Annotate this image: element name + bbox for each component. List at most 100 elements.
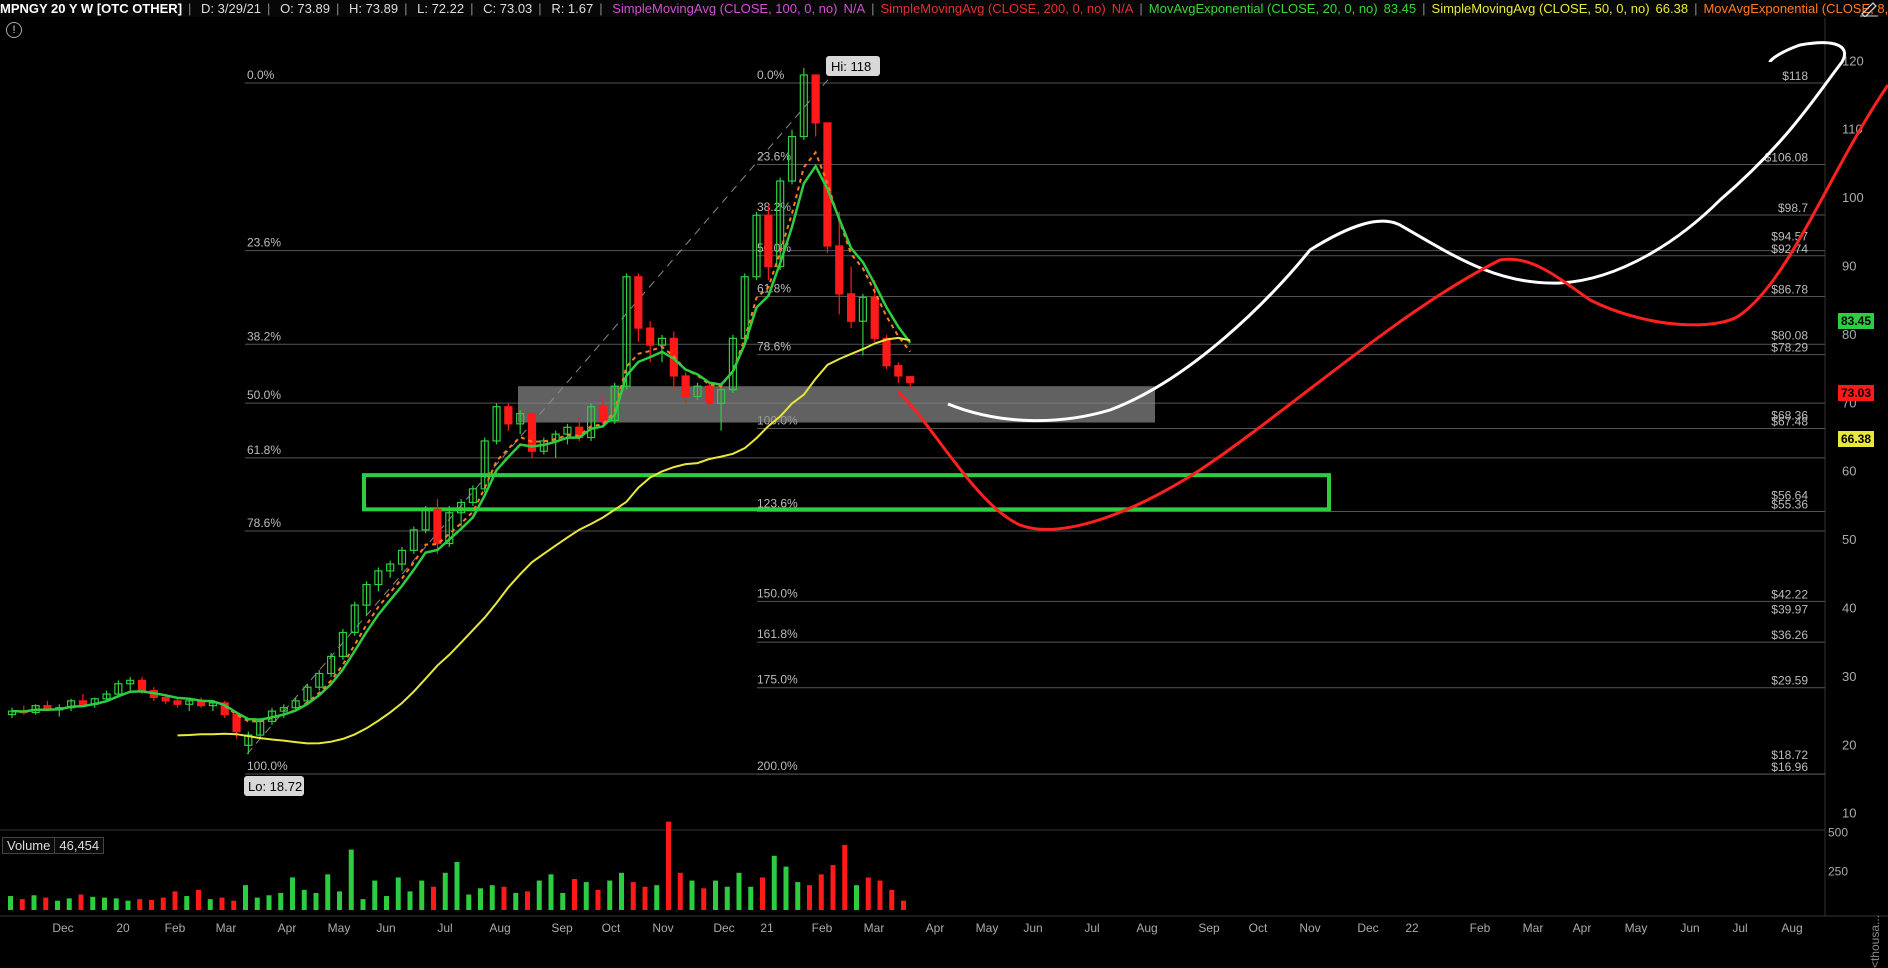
time-axis-label: Dec: [52, 921, 74, 935]
fib-pct-left: 78.6%: [247, 516, 281, 530]
pencil-icon[interactable]: [1858, 0, 1880, 17]
volume-bar: [243, 885, 248, 910]
volume-bar: [607, 880, 613, 910]
volume-bar: [419, 880, 425, 910]
study-value: N/A: [1111, 1, 1134, 16]
fib-price-label: $67.48: [1771, 415, 1808, 429]
volume-bar: [219, 897, 225, 910]
volume-bar: [113, 898, 119, 910]
candle-body: [882, 337, 891, 367]
time-axis-label: 20: [116, 921, 130, 935]
volume-bar: [677, 872, 683, 910]
fib-price-label: $118: [1782, 69, 1808, 83]
volume-bar: [384, 896, 389, 910]
volume-bar: [807, 885, 812, 910]
fib-pct-left: 0.0%: [247, 68, 275, 82]
volume-bar: [630, 882, 636, 910]
volume-bar: [760, 877, 765, 910]
volume-bar: [407, 891, 413, 910]
time-axis-label: May: [327, 921, 351, 935]
candle-body: [634, 276, 643, 329]
volume-bar: [43, 897, 49, 910]
price-tick-label: 30: [1842, 669, 1856, 684]
volume-bar: [149, 899, 154, 910]
volume-bar: [830, 865, 836, 910]
time-axis-label: Sep: [551, 921, 573, 935]
time-axis-label: Aug: [1136, 921, 1158, 935]
candle-body: [906, 376, 915, 384]
volume-bar: [290, 877, 295, 910]
fib-price-label: $16.96: [1771, 760, 1808, 774]
volume-bar: [102, 897, 107, 910]
volume-bar: [90, 896, 96, 910]
drawings[interactable]: Hi: 118 Lo: 18.72: [244, 41, 1888, 796]
price-tick-label: 80: [1842, 327, 1856, 342]
candle-body: [705, 385, 714, 404]
lo-label-text: Lo: 18.72: [248, 779, 302, 794]
time-axis-label: Apr: [1572, 921, 1592, 935]
volume-bar: [125, 900, 131, 910]
candle-body: [137, 679, 147, 692]
ema20-price-tag: 83.45: [1837, 313, 1874, 329]
study-label[interactable]: SimpleMovingAvg (CLOSE, 100, 0, no): [612, 1, 837, 16]
volume-bar: [478, 888, 483, 910]
white-drawn-curve: [947, 41, 1847, 423]
time-axis-label: May: [1624, 921, 1648, 935]
last-price-tag: 73.03: [1837, 385, 1874, 401]
time-axis-label: Apr: [925, 921, 945, 935]
volume-bar: [301, 889, 307, 910]
volume-bar: [642, 886, 648, 910]
time-axis-label: May: [975, 921, 999, 935]
volume-bar: [901, 900, 906, 910]
volume-bar: [337, 891, 342, 910]
volume-bar: [736, 872, 742, 910]
time-axis-label: Jul: [437, 921, 453, 935]
info-icon[interactable]: !: [6, 22, 22, 38]
fib-pct-right: 161.8%: [757, 627, 798, 641]
volume-bar: [137, 899, 143, 910]
study-label[interactable]: SimpleMovingAvg (CLOSE, 200, 0, no): [881, 1, 1106, 16]
price-chart[interactable]: 120110100908070605040302010500250 0.0%23…: [0, 0, 1888, 940]
volume-bar: [724, 886, 730, 910]
volume-bar: [701, 888, 707, 910]
study-label[interactable]: MovAvgExponential (CLOSE, 20, 0, no): [1149, 1, 1378, 16]
study-value: 83.45: [1383, 1, 1417, 16]
candle-body: [764, 214, 773, 268]
price-tick-label: 50: [1842, 532, 1856, 547]
time-axis-label: Jun: [1023, 921, 1043, 935]
volume-bar: [454, 861, 460, 910]
study-label[interactable]: SimpleMovingAvg (CLOSE, 50, 0, no): [1432, 1, 1650, 16]
volume-bar: [877, 880, 883, 910]
volume-bar: [619, 872, 624, 910]
volume-bar: [442, 872, 448, 910]
volume-bar: [466, 894, 472, 910]
fib-pct-right: 78.6%: [757, 340, 791, 354]
time-axis-label: Jul: [1084, 921, 1100, 935]
hi-label-text: Hi: 118: [831, 59, 871, 74]
fib-pct-right: 150.0%: [757, 586, 798, 600]
candle-body: [161, 696, 170, 702]
fib-price-label: $78.29: [1771, 341, 1808, 355]
candle-body: [681, 375, 690, 398]
volume-bar: [395, 877, 401, 910]
time-axis-label: Feb: [164, 921, 186, 935]
fib-pct-right: 0.0%: [757, 68, 785, 82]
price-tick-label: 90: [1842, 259, 1856, 274]
volume-bar: [172, 891, 178, 910]
volume-bar: [842, 844, 848, 910]
time-axis-label: Aug: [489, 921, 511, 935]
price-tick-label: 100: [1842, 190, 1864, 205]
volume-bar: [818, 874, 824, 910]
time-axis-label: Apr: [277, 921, 297, 935]
volume-bar: [31, 895, 37, 910]
volume-bar: [66, 898, 72, 910]
candle-body: [173, 700, 182, 705]
symbol-label[interactable]: MPNGY 20 Y W [OTC OTHER]: [0, 1, 182, 16]
volume-bar: [583, 882, 589, 910]
volume-bar: [431, 886, 436, 910]
time-axis-label: Dec: [1357, 921, 1379, 935]
time-axis-label: Feb: [1469, 921, 1491, 935]
volume-bar: [854, 885, 859, 910]
fib-pct-left: 50.0%: [247, 388, 281, 402]
volume-bar: [771, 855, 777, 910]
